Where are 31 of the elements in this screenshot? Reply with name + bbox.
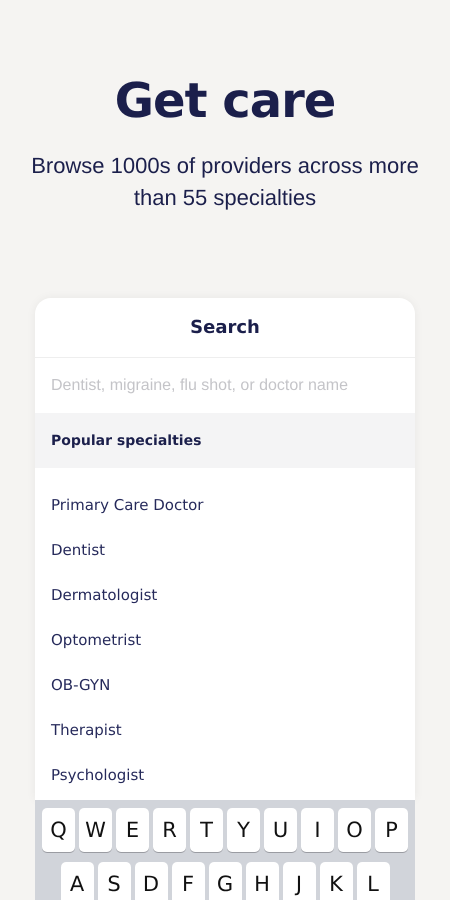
specialty-item[interactable]: Psychologist bbox=[35, 752, 415, 797]
keyboard-key[interactable]: L bbox=[356, 862, 390, 900]
keyboard-key[interactable]: D bbox=[134, 862, 168, 900]
keyboard-key[interactable]: G bbox=[208, 862, 242, 900]
keyboard-key[interactable]: H bbox=[246, 862, 278, 900]
page-title: Get care bbox=[114, 72, 336, 130]
specialty-item[interactable]: Dentist bbox=[35, 527, 415, 572]
keyboard-key[interactable]: F bbox=[172, 862, 204, 900]
keyboard-key[interactable]: W bbox=[79, 808, 112, 852]
keyboard-key[interactable]: Q bbox=[42, 808, 75, 852]
specialty-item[interactable]: OB-GYN bbox=[35, 662, 415, 707]
keyboard-key[interactable]: K bbox=[320, 862, 352, 900]
keyboard-key[interactable]: P bbox=[375, 808, 408, 852]
page-subtitle: Browse 1000s of providers across more than 55 specialties bbox=[30, 152, 420, 212]
specialty-item[interactable]: Optometrist bbox=[35, 617, 415, 662]
specialty-item[interactable]: Therapist bbox=[35, 707, 415, 752]
keyboard-key[interactable]: Y bbox=[227, 808, 260, 852]
keyboard-key[interactable]: U bbox=[264, 808, 297, 852]
search-field[interactable]: Dentist, migraine, flu shot, or doctor name bbox=[35, 358, 415, 413]
keyboard-key[interactable]: E bbox=[116, 808, 149, 852]
keyboard-key[interactable]: A bbox=[60, 862, 94, 900]
keyboard-key[interactable]: S bbox=[98, 862, 130, 900]
keyboard-key[interactable]: I bbox=[301, 808, 334, 852]
keyboard-key[interactable]: O bbox=[338, 808, 371, 852]
keyboard-key[interactable]: T bbox=[190, 808, 223, 852]
keyboard-key[interactable]: R bbox=[153, 808, 186, 852]
card-title: Search bbox=[190, 317, 260, 338]
section-heading: Popular specialties bbox=[51, 432, 202, 448]
specialty-item[interactable]: Primary Care Doctor bbox=[35, 482, 415, 527]
keyboard-key[interactable]: J bbox=[282, 862, 316, 900]
specialty-item[interactable]: Dermatologist bbox=[35, 572, 415, 617]
